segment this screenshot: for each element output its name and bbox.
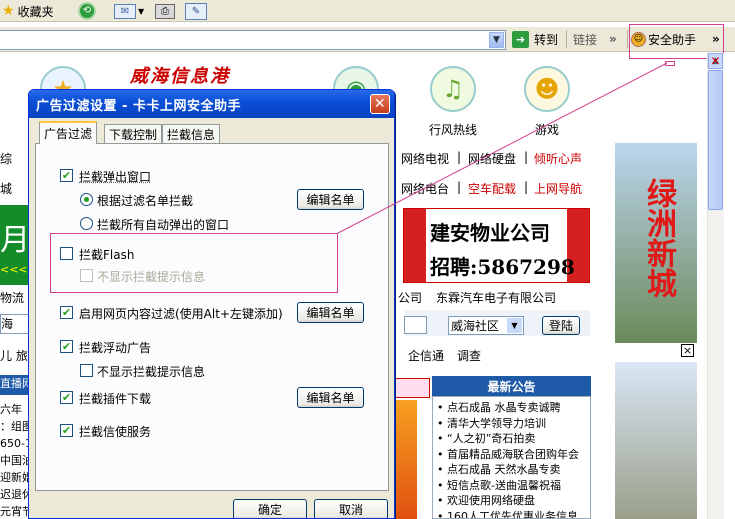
annotation-connector — [337, 62, 668, 234]
tab-ad-filter[interactable]: 广告过滤 — [39, 121, 98, 144]
annotation-line — [337, 62, 668, 234]
tab-label: 广告过滤 — [44, 127, 93, 141]
